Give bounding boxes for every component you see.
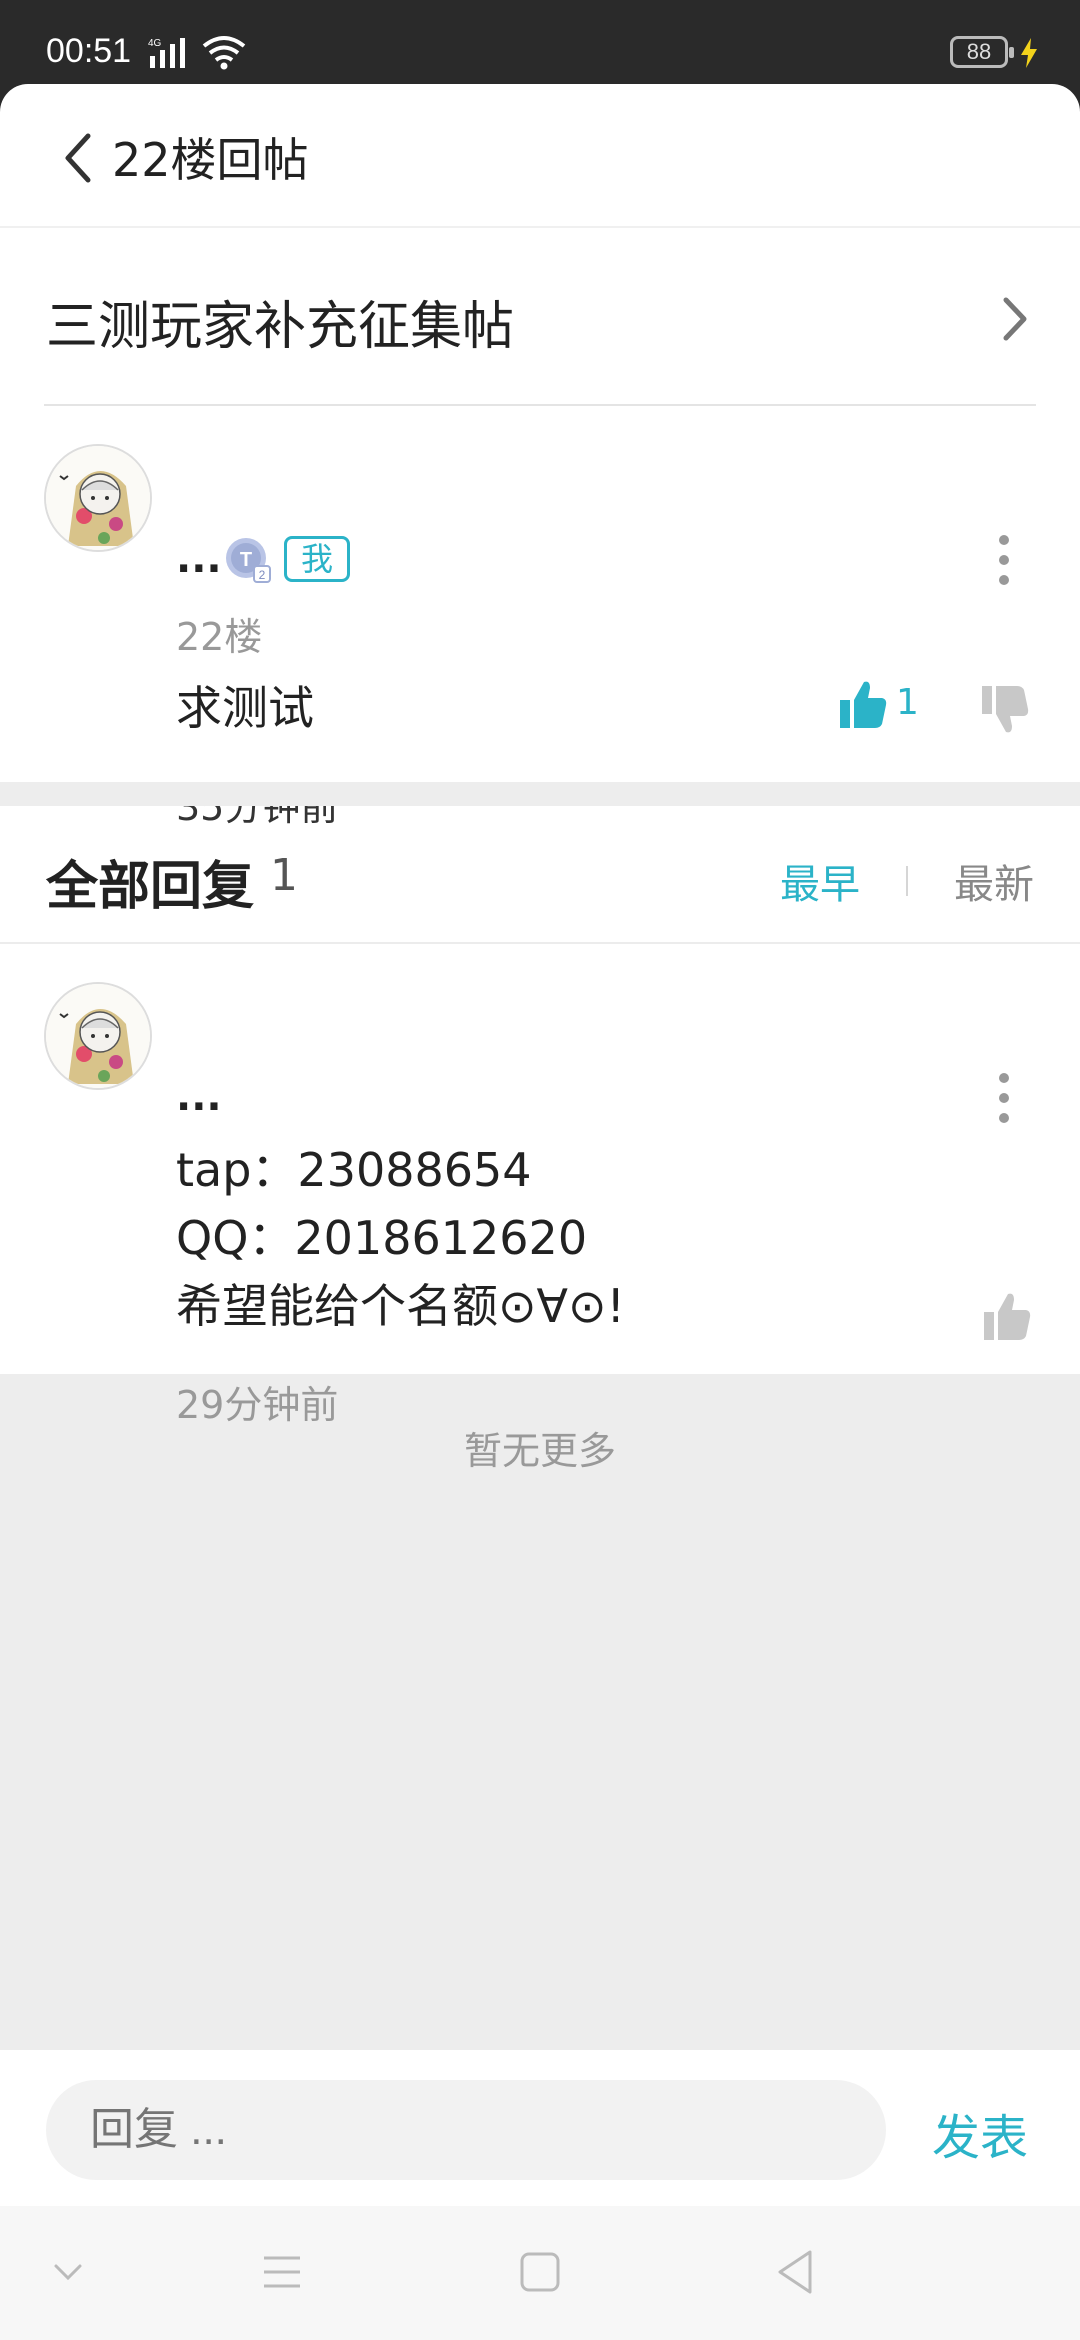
replies-count: 1: [270, 850, 298, 901]
nav-back-icon[interactable]: [768, 2244, 824, 2300]
nav-chevron-down-icon[interactable]: [40, 2244, 96, 2300]
replies-title: 全部回复: [46, 857, 255, 917]
signal-icon: 4G: [148, 38, 185, 68]
reply-content: tap：23088654 QQ：2018612620 希望能给个名额⊙∀⊙!: [176, 1143, 625, 1333]
svg-text:2: 2: [259, 568, 266, 582]
nav-menu-icon[interactable]: [254, 2244, 310, 2300]
back-icon[interactable]: [58, 128, 98, 188]
network-type: 4G: [148, 38, 162, 49]
charging-icon: [1021, 38, 1037, 68]
reply-input[interactable]: [46, 2080, 886, 2180]
footer-area: [0, 1374, 1080, 2140]
sort-latest-tab[interactable]: 最新: [954, 852, 1034, 910]
status-bar: 00:51 4G 88: [0, 0, 1080, 84]
svg-text:T: T: [240, 549, 252, 571]
sort-divider: [906, 866, 908, 896]
like-icon[interactable]: [982, 1290, 1032, 1342]
post-content: 求测试: [176, 681, 314, 735]
avatar-image: [46, 446, 150, 550]
status-time: 00:51: [46, 32, 132, 70]
reply-author[interactable]: ...: [176, 1074, 222, 1120]
post-author[interactable]: ...: [176, 536, 222, 582]
me-badge: 我: [284, 536, 351, 582]
floor-label: 22楼: [176, 615, 263, 659]
app-screen: 22楼回帖 三测玩家补充征集帖 ... T 2 我 22楼 求测试 35分钟前 …: [0, 84, 1080, 2340]
nav-home-icon[interactable]: [512, 2244, 568, 2300]
level-badge-icon: T 2: [226, 538, 271, 583]
section-separator: [0, 782, 1080, 806]
thread-title: 三测玩家补充征集帖: [46, 297, 515, 357]
sort-earliest-tab[interactable]: 最早: [780, 852, 860, 910]
reply-bar: 发表: [0, 2050, 1080, 2206]
chevron-right-icon: [1003, 297, 1027, 341]
reply-time: 29分钟前: [176, 1383, 339, 1427]
wifi-icon: [202, 36, 246, 70]
divider: [44, 404, 1036, 406]
replies-header: 全部回复 1 最早 最新: [0, 806, 1080, 944]
avatar[interactable]: [44, 444, 152, 552]
top-header: 22楼回帖: [0, 84, 1080, 228]
no-more-text: 暂无更多: [463, 1429, 616, 1473]
reply-avatar[interactable]: [44, 982, 152, 1090]
dislike-icon[interactable]: [980, 684, 1030, 736]
more-icon[interactable]: [994, 1070, 1014, 1126]
like-icon: [840, 681, 887, 728]
thread-link[interactable]: 三测玩家补充征集帖: [0, 228, 1080, 406]
battery-icon: 88: [950, 36, 1014, 68]
like-count: 1: [896, 682, 919, 723]
submit-button[interactable]: 发表: [932, 2098, 1028, 2168]
more-icon[interactable]: [994, 532, 1014, 588]
avatar-image: [46, 984, 150, 1088]
page-title: 22楼回帖: [112, 133, 309, 187]
system-nav-bar: [0, 2206, 1080, 2340]
